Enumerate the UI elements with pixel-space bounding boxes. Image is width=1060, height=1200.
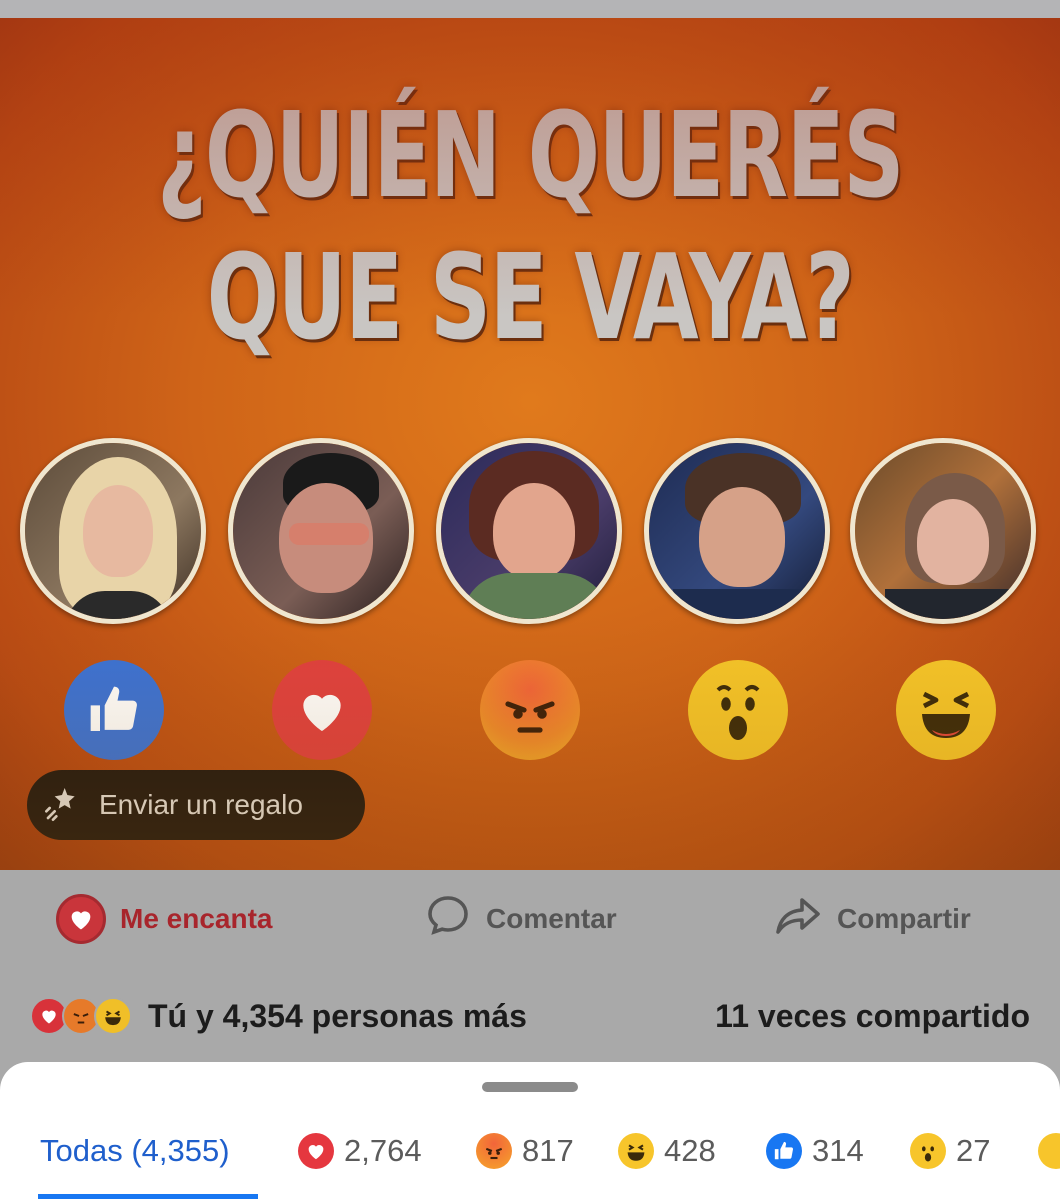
- love-icon: [56, 894, 106, 944]
- tab-like-count: 314: [812, 1133, 864, 1168]
- tab-all[interactable]: Todas (4,355): [40, 1122, 230, 1180]
- tab-haha-count: 428: [664, 1133, 716, 1168]
- love-button[interactable]: Me encanta: [56, 870, 273, 968]
- love-reaction-icon: [272, 660, 372, 760]
- headline-line-1: ¿QUIÉN QUERÉS: [156, 86, 904, 224]
- tab-haha[interactable]: 428: [618, 1122, 716, 1180]
- love-button-label: Me encanta: [120, 903, 273, 934]
- contestant-photo-4: [644, 438, 830, 624]
- share-arrow-icon: [773, 892, 823, 947]
- sheet-grabber[interactable]: [482, 1082, 578, 1092]
- tab-wow[interactable]: 27: [910, 1122, 990, 1180]
- wow-icon: [910, 1133, 946, 1169]
- comment-bubble-icon: [424, 892, 472, 947]
- post-action-bar: Me encanta Comentar Compartir: [0, 870, 1060, 968]
- angry-icon: [476, 1133, 512, 1169]
- share-button[interactable]: Compartir: [773, 870, 971, 968]
- comment-button[interactable]: Comentar: [424, 870, 617, 968]
- haha-icon: [618, 1133, 654, 1169]
- tab-wow-count: 27: [956, 1133, 991, 1168]
- wow-reaction-icon: [688, 660, 788, 760]
- tab-love-count: 2,764: [344, 1133, 422, 1168]
- haha-reaction-icon: [896, 660, 996, 760]
- headline-line-2: QUE SE VAYA?: [206, 228, 855, 366]
- tab-angry[interactable]: 817: [476, 1122, 574, 1180]
- reactions-summary-text: Tú y 4,354 personas más: [148, 997, 527, 1034]
- post-image[interactable]: ¿QUIÉN QUERÉS QUE SE VAYA? Enviar un reg…: [0, 18, 1060, 870]
- angry-reaction-icon: [480, 660, 580, 760]
- mini-haha-icon: [94, 997, 132, 1035]
- tab-love[interactable]: 2,764: [298, 1122, 422, 1180]
- share-button-label: Compartir: [837, 903, 971, 934]
- contestant-photo-5: [850, 438, 1036, 624]
- send-gift-button[interactable]: Enviar un regalo: [27, 770, 365, 840]
- sad-icon: [1038, 1133, 1060, 1169]
- contestant-photo-3: [436, 438, 622, 624]
- reactions-tabs: Todas (4,355) 2,764 817 428 314 27: [0, 1122, 1060, 1180]
- tab-all-label: Todas (4,355): [40, 1133, 230, 1168]
- like-icon: [766, 1133, 802, 1169]
- love-icon: [298, 1133, 334, 1169]
- tab-angry-count: 817: [522, 1133, 574, 1168]
- reaction-icon-stack: [30, 997, 132, 1035]
- contestant-photo-1: [20, 438, 206, 624]
- contestant-photo-2: [228, 438, 414, 624]
- reactions-sheet: Todas (4,355) 2,764 817 428 314 27: [0, 1062, 1060, 1200]
- comment-button-label: Comentar: [486, 903, 617, 934]
- send-gift-label: Enviar un regalo: [99, 789, 303, 820]
- like-reaction-icon: [64, 660, 164, 760]
- tab-like[interactable]: 314: [766, 1122, 864, 1180]
- shares-count[interactable]: 11 veces compartido: [715, 998, 1030, 1035]
- reactions-count[interactable]: Tú y 4,354 personas más: [30, 997, 527, 1035]
- gift-sparkle-icon: [43, 783, 83, 828]
- active-tab-indicator: [38, 1194, 258, 1199]
- reaction-summary: Tú y 4,354 personas más 11 veces compart…: [0, 980, 1060, 1052]
- status-strip: [0, 0, 1060, 18]
- tab-more-partial[interactable]: [1038, 1122, 1060, 1180]
